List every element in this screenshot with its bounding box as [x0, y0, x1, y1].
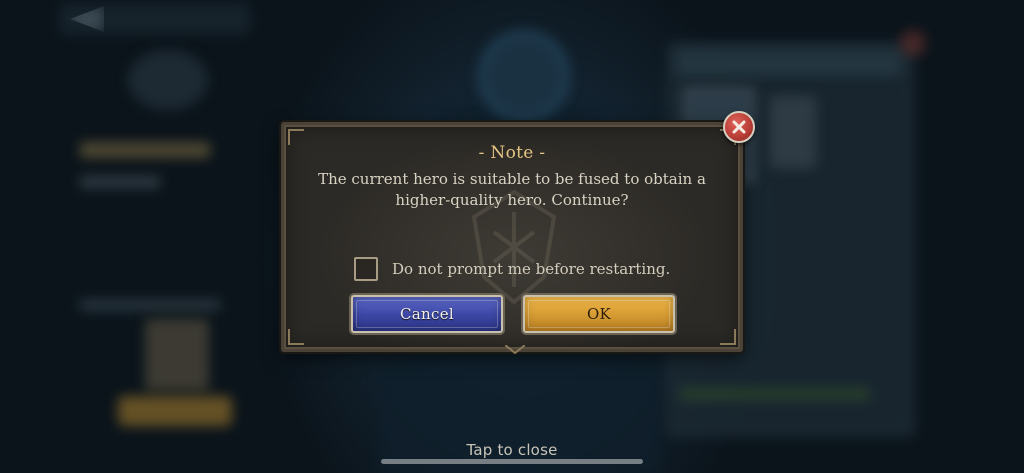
dialog-corner-ornament [720, 329, 736, 345]
background-stat-line [80, 176, 160, 188]
dialog-message: The current hero is suitable to be fused… [318, 170, 706, 209]
background-section-label [80, 300, 220, 310]
background-close-icon [900, 30, 926, 56]
background-panel-header [676, 50, 902, 76]
dont-prompt-row[interactable]: Do not prompt me before restarting. [354, 256, 670, 282]
close-icon [732, 120, 746, 134]
close-dialog-button[interactable] [723, 111, 755, 143]
dont-prompt-label: Do not prompt me before restarting. [392, 260, 671, 278]
tap-to-close-hint[interactable]: Tap to close [0, 441, 1024, 459]
background-action-button [118, 396, 232, 426]
background-hero-name [80, 142, 210, 158]
home-indicator-bar[interactable] [381, 459, 643, 464]
background-info-text [680, 388, 870, 400]
shield-emblem-icon [478, 30, 570, 122]
note-dialog: - Note - The current hero is suitable to… [281, 122, 743, 355]
cancel-button-label: Cancel [400, 305, 454, 323]
background-hero-card [770, 96, 816, 168]
dialog-title: - Note - [478, 143, 546, 163]
dialog-bottom-ornament [505, 345, 525, 355]
dialog-corner-ornament [288, 329, 304, 345]
background-skill-icon [128, 50, 208, 110]
ok-button[interactable]: OK [523, 295, 675, 333]
ok-button-label: OK [586, 305, 612, 323]
dont-prompt-checkbox[interactable] [354, 257, 378, 281]
background-hero-portrait [146, 320, 208, 390]
cancel-button[interactable]: Cancel [351, 295, 503, 333]
